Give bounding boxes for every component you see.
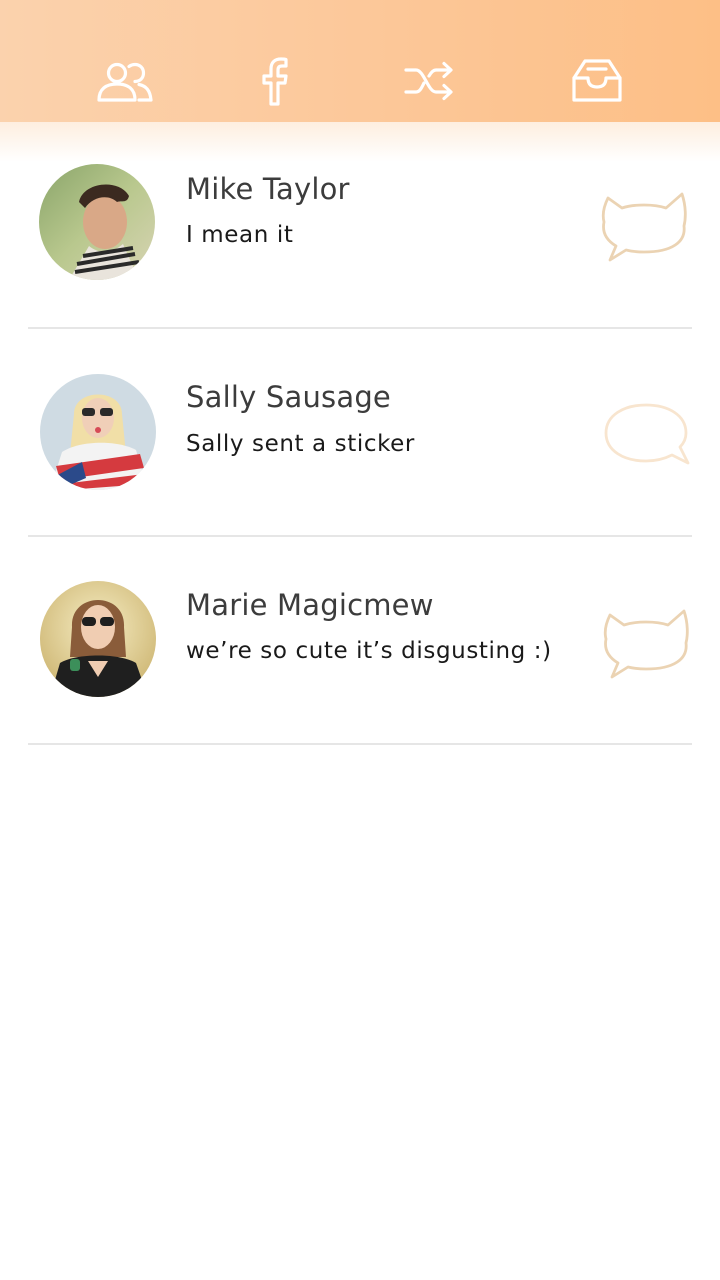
top-navigation-bar bbox=[0, 0, 720, 122]
message-preview: we’re so cute it’s disgusting :) bbox=[186, 638, 552, 664]
message-preview: Sally sent a sticker bbox=[186, 431, 415, 457]
message-preview: I mean it bbox=[186, 222, 294, 248]
avatar bbox=[39, 164, 155, 280]
inbox-icon bbox=[572, 59, 622, 102]
conversation-row[interactable]: Sally Sausage Sally sent a sticker bbox=[0, 329, 720, 537]
avatar bbox=[40, 581, 156, 697]
contact-name: Sally Sausage bbox=[186, 380, 391, 414]
tab-inbox[interactable] bbox=[567, 56, 627, 106]
avatar bbox=[40, 374, 156, 490]
tab-friends[interactable] bbox=[95, 56, 155, 106]
messages-screen: Mike Taylor I mean it Sally Sausage Sall… bbox=[0, 0, 720, 1280]
avatar-photo-mike bbox=[39, 164, 155, 280]
contact-name: Mike Taylor bbox=[186, 172, 350, 206]
shuffle-icon bbox=[404, 61, 453, 101]
tab-facebook[interactable] bbox=[245, 56, 305, 106]
tab-shuffle[interactable] bbox=[400, 56, 460, 106]
avatar-photo-marie bbox=[40, 581, 156, 697]
cat-speech-bubble-icon[interactable] bbox=[602, 603, 692, 683]
conversation-row[interactable]: Mike Taylor I mean it bbox=[0, 122, 720, 329]
cat-speech-bubble-icon[interactable] bbox=[600, 186, 690, 266]
speech-bubble-icon[interactable] bbox=[602, 395, 692, 475]
conversation-row[interactable]: Marie Magicmew we’re so cute it’s disgus… bbox=[0, 537, 720, 745]
friends-icon bbox=[97, 62, 153, 102]
contact-name: Marie Magicmew bbox=[186, 588, 434, 622]
row-divider bbox=[28, 743, 692, 745]
avatar-photo-sally bbox=[40, 374, 156, 490]
facebook-icon bbox=[262, 57, 288, 106]
